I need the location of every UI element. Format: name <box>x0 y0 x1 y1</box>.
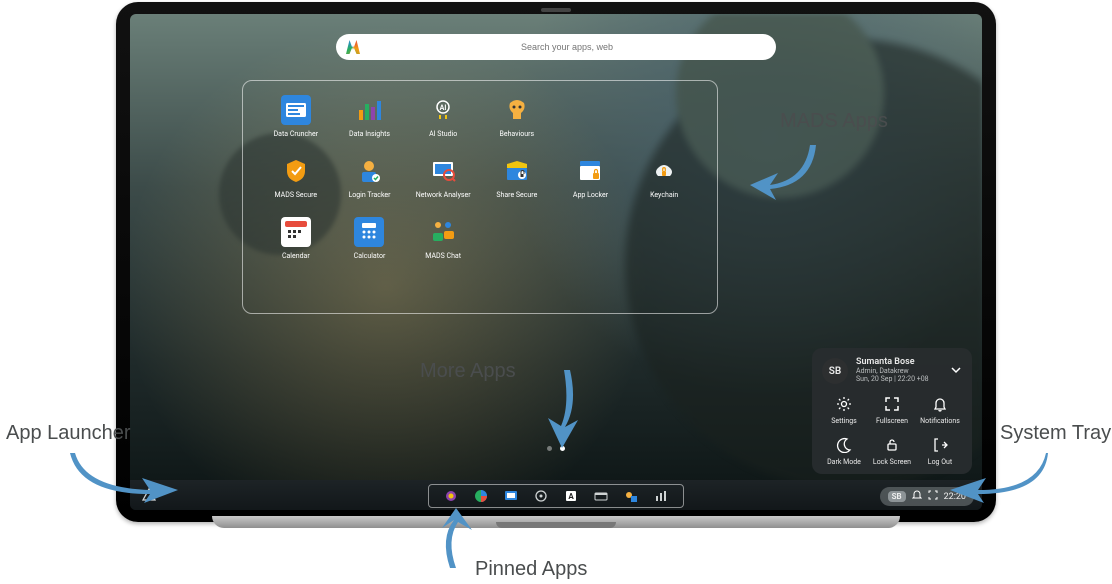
app-login-tracker[interactable]: Login Tracker <box>337 156 401 199</box>
app-label: Network Analyser <box>416 191 471 199</box>
svg-text:AI: AI <box>440 104 447 112</box>
tray-label: Dark Mode <box>827 458 861 466</box>
callout-app-launcher: App Launcher <box>6 422 131 445</box>
pinned-app-5[interactable]: A <box>563 488 579 504</box>
network-analyser-icon <box>428 156 458 186</box>
keychain-icon <box>649 156 679 186</box>
app-calculator[interactable]: Calculator <box>337 217 401 260</box>
pinned-app-1[interactable] <box>443 488 459 504</box>
callout-more-apps: More Apps <box>420 360 516 383</box>
mads-logo-icon <box>346 40 360 54</box>
app-label: Keychain <box>650 191 678 199</box>
data-cruncher-icon <box>281 95 311 125</box>
app-label: Calendar <box>282 252 310 260</box>
calendar-icon <box>281 217 311 247</box>
tray-user-badge: SB <box>888 491 906 502</box>
callout-mads-apps: MADS Apps <box>780 110 888 133</box>
avatar: SB <box>822 358 848 384</box>
pinned-app-8[interactable] <box>653 488 669 504</box>
pinned-app-4[interactable] <box>533 488 549 504</box>
app-label: Calculator <box>354 252 386 260</box>
app-behaviours[interactable]: Behaviours <box>485 95 549 138</box>
search-input[interactable] <box>368 42 766 52</box>
app-label: App Locker <box>573 191 608 199</box>
app-mads-secure[interactable]: MADS Secure <box>264 156 328 199</box>
fullscreen-icon <box>882 394 902 414</box>
behaviours-icon <box>502 95 532 125</box>
share-secure-icon <box>502 156 532 186</box>
app-label: Share Secure <box>496 191 537 199</box>
mads-chat-icon <box>428 217 458 247</box>
app-label: AI Studio <box>429 130 457 138</box>
callout-pinned-apps: Pinned Apps <box>475 558 587 581</box>
svg-text:A: A <box>568 492 574 501</box>
tray-label: Fullscreen <box>876 417 908 425</box>
app-label: Behaviours <box>500 130 535 138</box>
global-search-bar[interactable] <box>336 34 776 60</box>
app-label: MADS Chat <box>425 252 461 260</box>
app-app-locker[interactable]: App Locker <box>558 156 622 199</box>
app-locker-icon <box>575 156 605 186</box>
app-label: MADS Secure <box>275 191 318 199</box>
moon-icon <box>834 435 854 455</box>
tray-actions: Settings Fullscreen Notifications Dark M… <box>822 394 962 466</box>
tray-notifications[interactable]: Notifications <box>918 394 962 425</box>
webcam-notch <box>541 8 571 12</box>
data-insights-icon <box>354 95 384 125</box>
user-info: Sumanta Bose Admin, Datakrew Sun, 20 Sep… <box>856 358 942 383</box>
pinned-app-6[interactable] <box>593 488 609 504</box>
app-label: Data Insights <box>349 130 390 138</box>
app-label: Login Tracker <box>348 191 390 199</box>
app-mads-chat[interactable]: MADS Chat <box>411 217 475 260</box>
callout-system-tray: System Tray <box>1000 422 1111 445</box>
app-data-insights[interactable]: Data Insights <box>337 95 401 138</box>
pinned-app-7[interactable] <box>623 488 639 504</box>
user-datetime: Sun, 20 Sep | 22:20 +08 <box>856 376 942 384</box>
pinned-apps-bar: A <box>428 484 684 508</box>
taskbar: A SB 22:20 <box>130 480 982 510</box>
app-ai-studio[interactable]: AI AI Studio <box>411 95 475 138</box>
tray-dark-mode[interactable]: Dark Mode <box>822 435 866 466</box>
tray-label: Notifications <box>920 417 960 425</box>
tray-label: Settings <box>831 417 857 425</box>
tray-label: Lock Screen <box>873 458 911 466</box>
calculator-icon <box>354 217 384 247</box>
fullscreen-icon <box>928 490 938 503</box>
chevron-down-icon[interactable] <box>950 364 962 379</box>
tray-fullscreen[interactable]: Fullscreen <box>870 394 914 425</box>
pinned-app-2[interactable] <box>473 488 489 504</box>
app-data-cruncher[interactable]: Data Cruncher <box>264 95 328 138</box>
logout-icon <box>930 435 950 455</box>
app-calendar[interactable]: Calendar <box>264 217 328 260</box>
ai-studio-icon: AI <box>428 95 458 125</box>
gear-icon <box>834 394 854 414</box>
lock-icon <box>882 435 902 455</box>
laptop-lip <box>496 522 616 528</box>
mads-secure-icon <box>281 156 311 186</box>
tray-user-row: SB Sumanta Bose Admin, Datakrew Sun, 20 … <box>822 358 962 384</box>
pinned-app-3[interactable] <box>503 488 519 504</box>
app-label: Data Cruncher <box>274 130 319 138</box>
app-keychain[interactable]: Keychain <box>632 156 696 199</box>
apps-grid: Data Cruncher Data Insights AI AI Studio <box>263 95 697 260</box>
tray-lock-screen[interactable]: Lock Screen <box>870 435 914 466</box>
login-tracker-icon <box>354 156 384 186</box>
tray-settings[interactable]: Settings <box>822 394 866 425</box>
app-network-analyser[interactable]: Network Analyser <box>411 156 475 199</box>
bell-icon <box>930 394 950 414</box>
app-share-secure[interactable]: Share Secure <box>485 156 549 199</box>
bell-icon <box>912 490 922 503</box>
apps-panel: Data Cruncher Data Insights AI AI Studio <box>242 80 718 314</box>
